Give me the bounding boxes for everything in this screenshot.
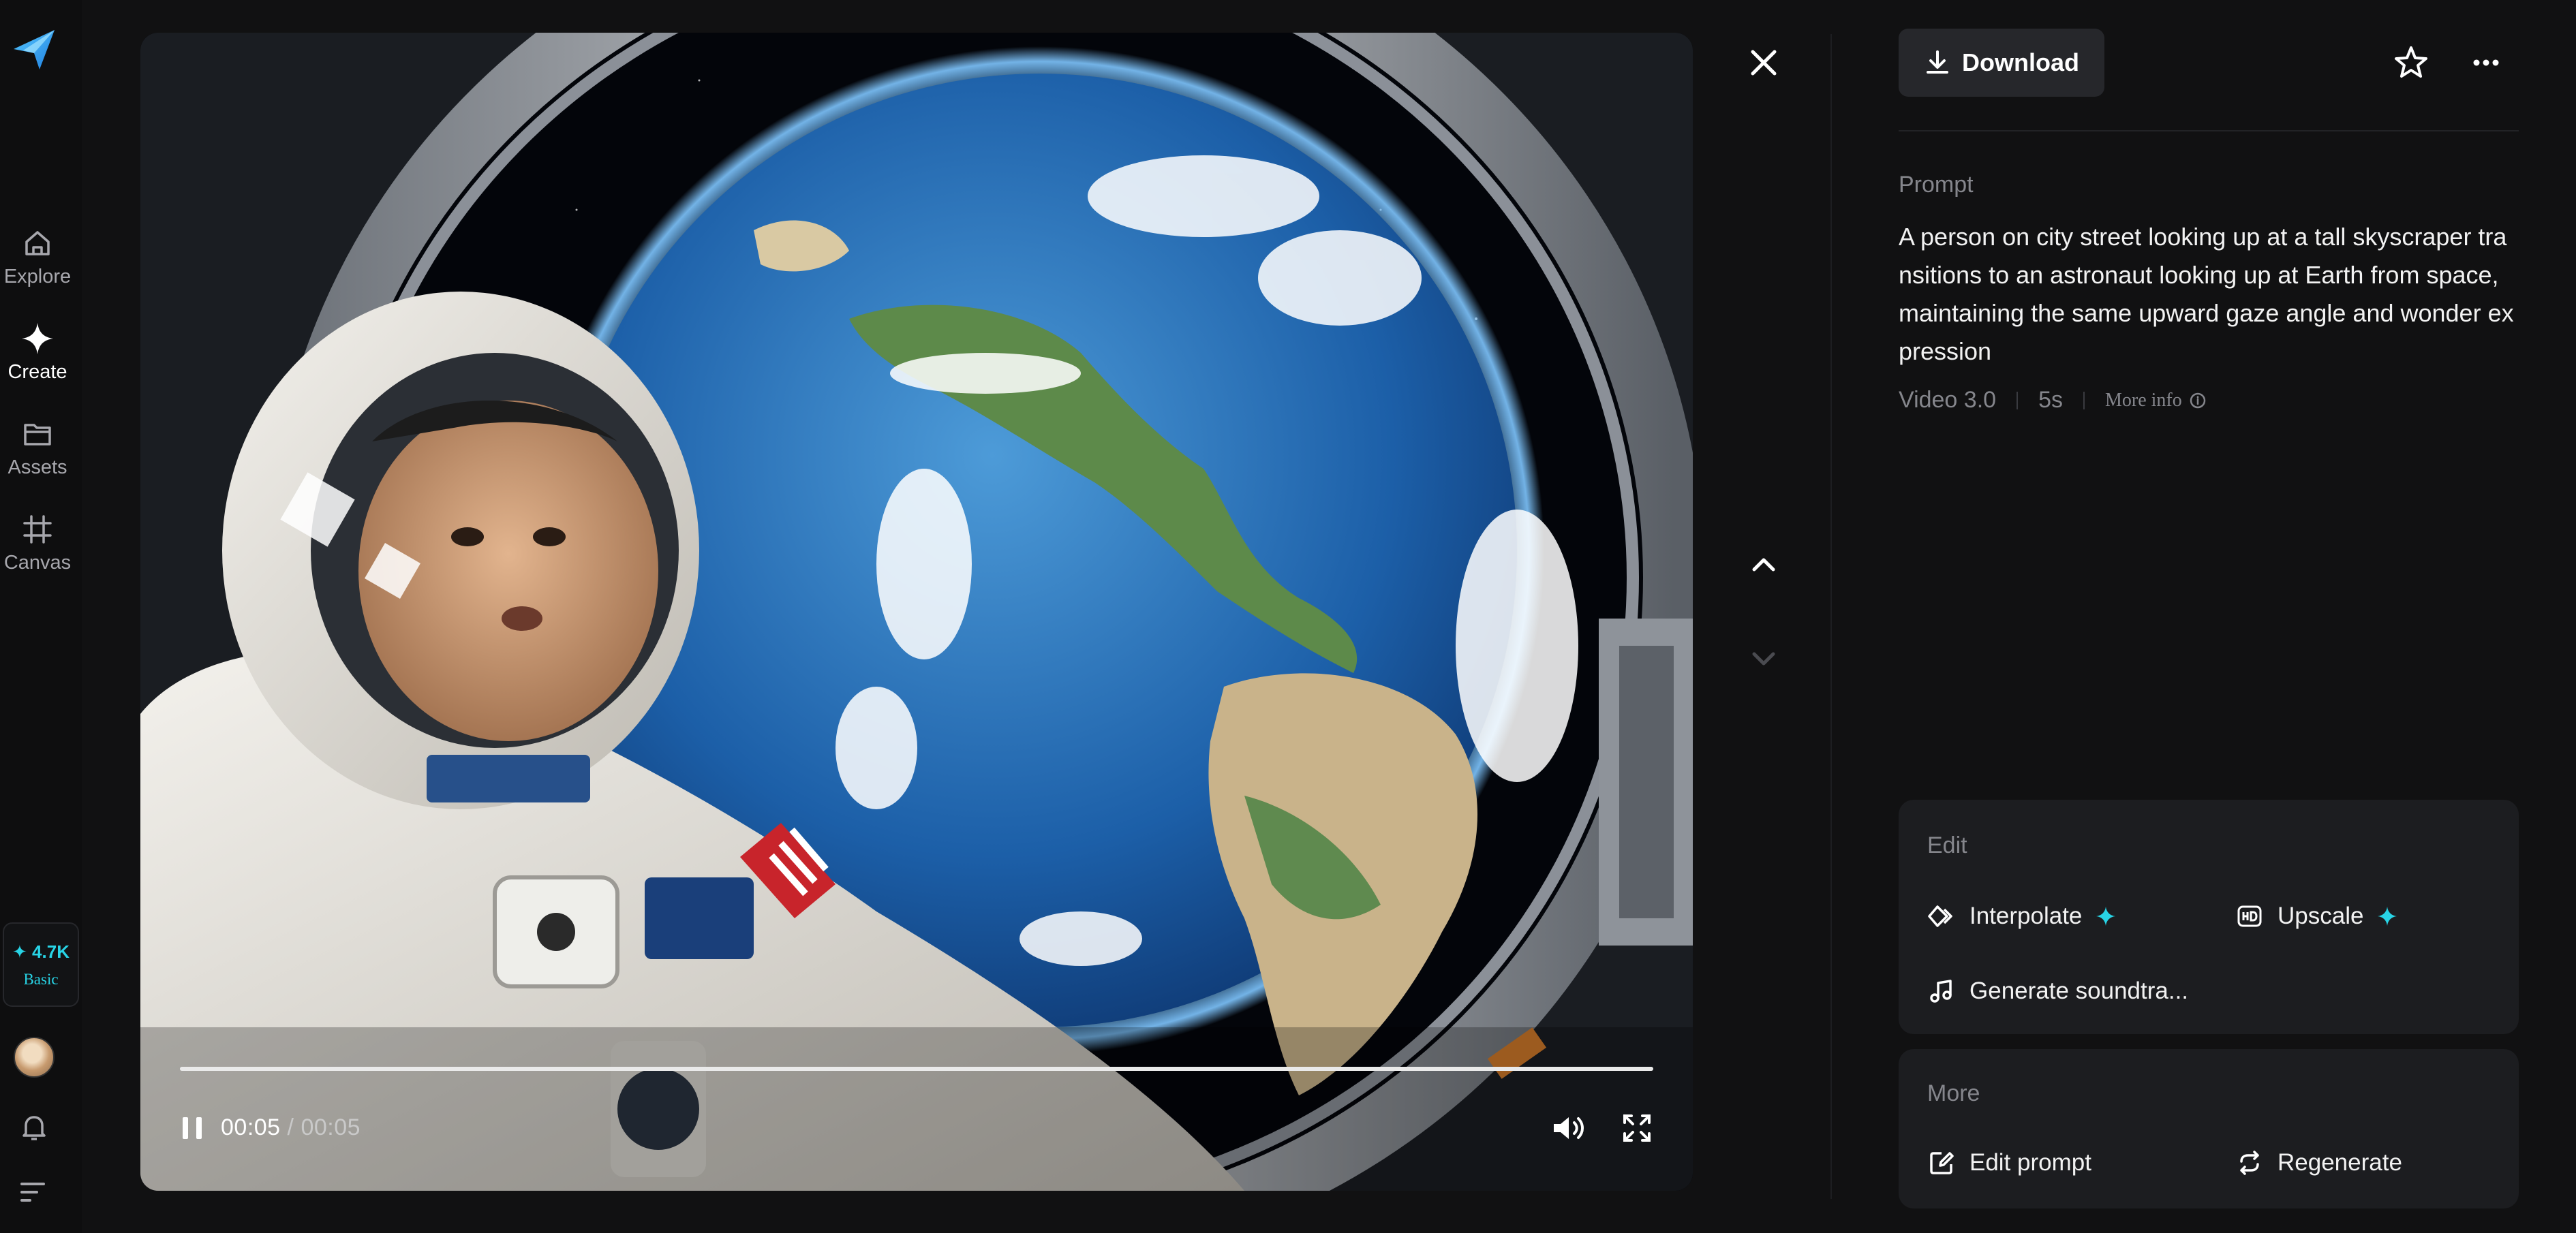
interpolate-button[interactable]: Interpolate xyxy=(1927,902,2116,931)
chevron-down-icon[interactable] xyxy=(1746,642,1781,677)
edit-card-title: Edit xyxy=(1927,832,1967,858)
upscale-label: Upscale xyxy=(2278,903,2364,929)
info-icon xyxy=(2190,392,2205,408)
plan-label: Basic xyxy=(23,970,59,988)
more-card-title: More xyxy=(1927,1080,1980,1106)
header-divider xyxy=(1899,130,2519,131)
edit-card: Edit Interpolate Upscale Generate soundt… xyxy=(1899,800,2519,1034)
close-icon[interactable] xyxy=(1745,44,1783,82)
download-label: Download xyxy=(1962,48,2079,76)
sidebar-item-explore[interactable]: Explore xyxy=(0,225,75,300)
video-frame-astronaut-earth xyxy=(140,33,1693,1191)
regenerate-button[interactable]: Regenerate xyxy=(2235,1149,2402,1177)
fullscreen-icon[interactable] xyxy=(1622,1113,1652,1143)
ellipsis-icon[interactable] xyxy=(2467,44,2505,82)
sidebar-item-assets[interactable]: Assets xyxy=(0,416,75,490)
progress-bar[interactable] xyxy=(180,1067,1653,1071)
home-icon xyxy=(19,225,56,262)
sparkle-icon xyxy=(2096,907,2116,926)
video-player[interactable]: 00:05 / 00:05 xyxy=(140,33,1693,1191)
length-label: 5s xyxy=(2038,387,2063,413)
edit-prompt-button[interactable]: Edit prompt xyxy=(1927,1149,2091,1177)
interpolate-label: Interpolate xyxy=(1969,903,2083,929)
sparkle-icon xyxy=(19,320,56,357)
regenerate-icon xyxy=(2235,1149,2264,1177)
sidebar-item-label: Assets xyxy=(7,456,67,478)
sidebar: Explore Create Assets Canvas ✦ 4.7K Basi… xyxy=(0,0,82,1233)
current-time: 00:05 xyxy=(221,1114,281,1140)
credits-value: 4.7K xyxy=(32,941,70,962)
sidebar-item-label: Create xyxy=(7,361,67,383)
time-display: 00:05 / 00:05 xyxy=(221,1114,361,1141)
edit-prompt-icon xyxy=(1927,1149,1956,1177)
credits-amount: ✦ 4.7K xyxy=(12,941,70,963)
folder-icon xyxy=(19,416,56,452)
meta-separator xyxy=(2083,391,2085,409)
meta-separator xyxy=(2017,391,2019,409)
sidebar-item-label: Explore xyxy=(3,266,72,287)
download-button[interactable]: Download xyxy=(1899,29,2104,97)
more-info-link[interactable]: More info xyxy=(2105,390,2207,411)
generate-soundtrack-label: Generate soundtra... xyxy=(1969,978,2189,1004)
regenerate-label: Regenerate xyxy=(2278,1149,2402,1176)
sidebar-item-label: Canvas xyxy=(3,552,72,574)
sidebar-item-canvas[interactable]: Canvas xyxy=(0,511,75,586)
chevron-up-icon[interactable] xyxy=(1746,546,1781,582)
more-card: More Edit prompt Regenerate xyxy=(1899,1049,2519,1208)
upscale-button[interactable]: Upscale xyxy=(2235,902,2397,931)
prompt-label: Prompt xyxy=(1899,172,1974,198)
progress-fill xyxy=(180,1067,1653,1071)
panel-divider xyxy=(1830,34,1832,1199)
music-note-icon xyxy=(1927,977,1956,1005)
bell-icon[interactable] xyxy=(16,1109,52,1144)
menu-lines-icon[interactable] xyxy=(18,1179,50,1206)
user-avatar[interactable] xyxy=(14,1037,55,1078)
paper-plane-logo-icon[interactable] xyxy=(10,25,59,74)
edit-prompt-label: Edit prompt xyxy=(1969,1149,2091,1176)
more-info-label: More info xyxy=(2104,389,2182,411)
download-icon xyxy=(1927,50,1948,74)
sidebar-item-create[interactable]: Create xyxy=(0,320,75,395)
star-icon[interactable] xyxy=(2392,44,2430,82)
volume-icon[interactable] xyxy=(1550,1112,1588,1144)
sparkle-icon xyxy=(2378,907,2397,926)
hd-icon xyxy=(2235,902,2264,931)
sparkle-icon: ✦ xyxy=(12,941,27,962)
generation-meta: Video 3.0 5s More info xyxy=(1899,387,2207,413)
hash-frame-icon xyxy=(19,511,56,548)
app-root: Explore Create Assets Canvas ✦ 4.7K Basi… xyxy=(0,0,2576,1233)
pause-icon[interactable] xyxy=(176,1112,209,1144)
diamond-frames-icon xyxy=(1927,902,1956,931)
credits-badge[interactable]: ✦ 4.7K Basic xyxy=(3,922,79,1007)
prompt-text: A person on city street looking up at a … xyxy=(1899,223,2514,365)
generate-soundtrack-button[interactable]: Generate soundtra... xyxy=(1927,977,2188,1005)
model-label: Video 3.0 xyxy=(1899,387,1997,413)
duration: / 00:05 xyxy=(287,1114,361,1140)
